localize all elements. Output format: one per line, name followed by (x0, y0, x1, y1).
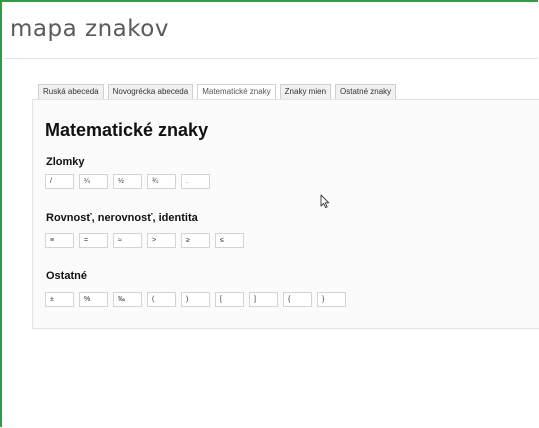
section-title-fractions: Zlomky (46, 156, 85, 168)
tab-bar: Ruská abeceda Novogrécka abeceda Matemat… (38, 83, 397, 99)
symbol-button[interactable]: ¾ (147, 174, 176, 189)
symbol-button[interactable]: ≥ (181, 233, 210, 248)
symbol-button[interactable]: ¼ (79, 174, 108, 189)
symbol-button[interactable]: > (147, 233, 176, 248)
title-divider (4, 58, 538, 59)
symbol-row-fractions: / ¼ ½ ¾ . (45, 174, 210, 189)
page-heading: Matematické znaky (45, 120, 209, 140)
symbol-button[interactable]: . (181, 174, 210, 189)
tab-matematicke-znaky[interactable]: Matematické znaky (197, 84, 276, 99)
mouse-pointer-icon (320, 194, 331, 214)
symbol-row-equality: ≡ = ≈ > ≥ ≤ (45, 233, 244, 248)
app-title: mapa znakov (10, 16, 169, 42)
symbol-button[interactable]: ≡ (45, 233, 74, 248)
symbol-button[interactable]: ( (147, 292, 176, 307)
symbol-button[interactable]: ± (45, 292, 74, 307)
symbol-row-other: ± % ‰ ( ) [ ] { } (45, 292, 346, 307)
symbol-button[interactable]: ‰ (113, 292, 142, 307)
section-title-other: Ostatné (46, 270, 87, 282)
symbol-button[interactable]: ≤ (215, 233, 244, 248)
symbol-button[interactable]: ≈ (113, 233, 142, 248)
symbol-button[interactable]: } (317, 292, 346, 307)
symbol-button[interactable]: ½ (113, 174, 142, 189)
tab-ruska-abeceda[interactable]: Ruská abeceda (38, 84, 104, 99)
symbol-button[interactable]: / (45, 174, 74, 189)
symbol-button[interactable]: ) (181, 292, 210, 307)
tab-novogrecka-abeceda[interactable]: Novogrécka abeceda (107, 84, 194, 99)
symbol-button[interactable]: % (79, 292, 108, 307)
symbol-button[interactable]: [ (215, 292, 244, 307)
app-window: mapa znakov Ruská abeceda Novogrécka abe… (0, 0, 539, 427)
section-title-equality: Rovnosť, nerovnosť, identita (46, 212, 198, 224)
symbol-button[interactable]: = (79, 233, 108, 248)
symbol-button[interactable]: ] (249, 292, 278, 307)
tab-ostatne-znaky[interactable]: Ostatné znaky (335, 84, 397, 99)
symbol-button[interactable]: { (283, 292, 312, 307)
tab-znaky-mien[interactable]: Znaky mien (279, 84, 332, 99)
